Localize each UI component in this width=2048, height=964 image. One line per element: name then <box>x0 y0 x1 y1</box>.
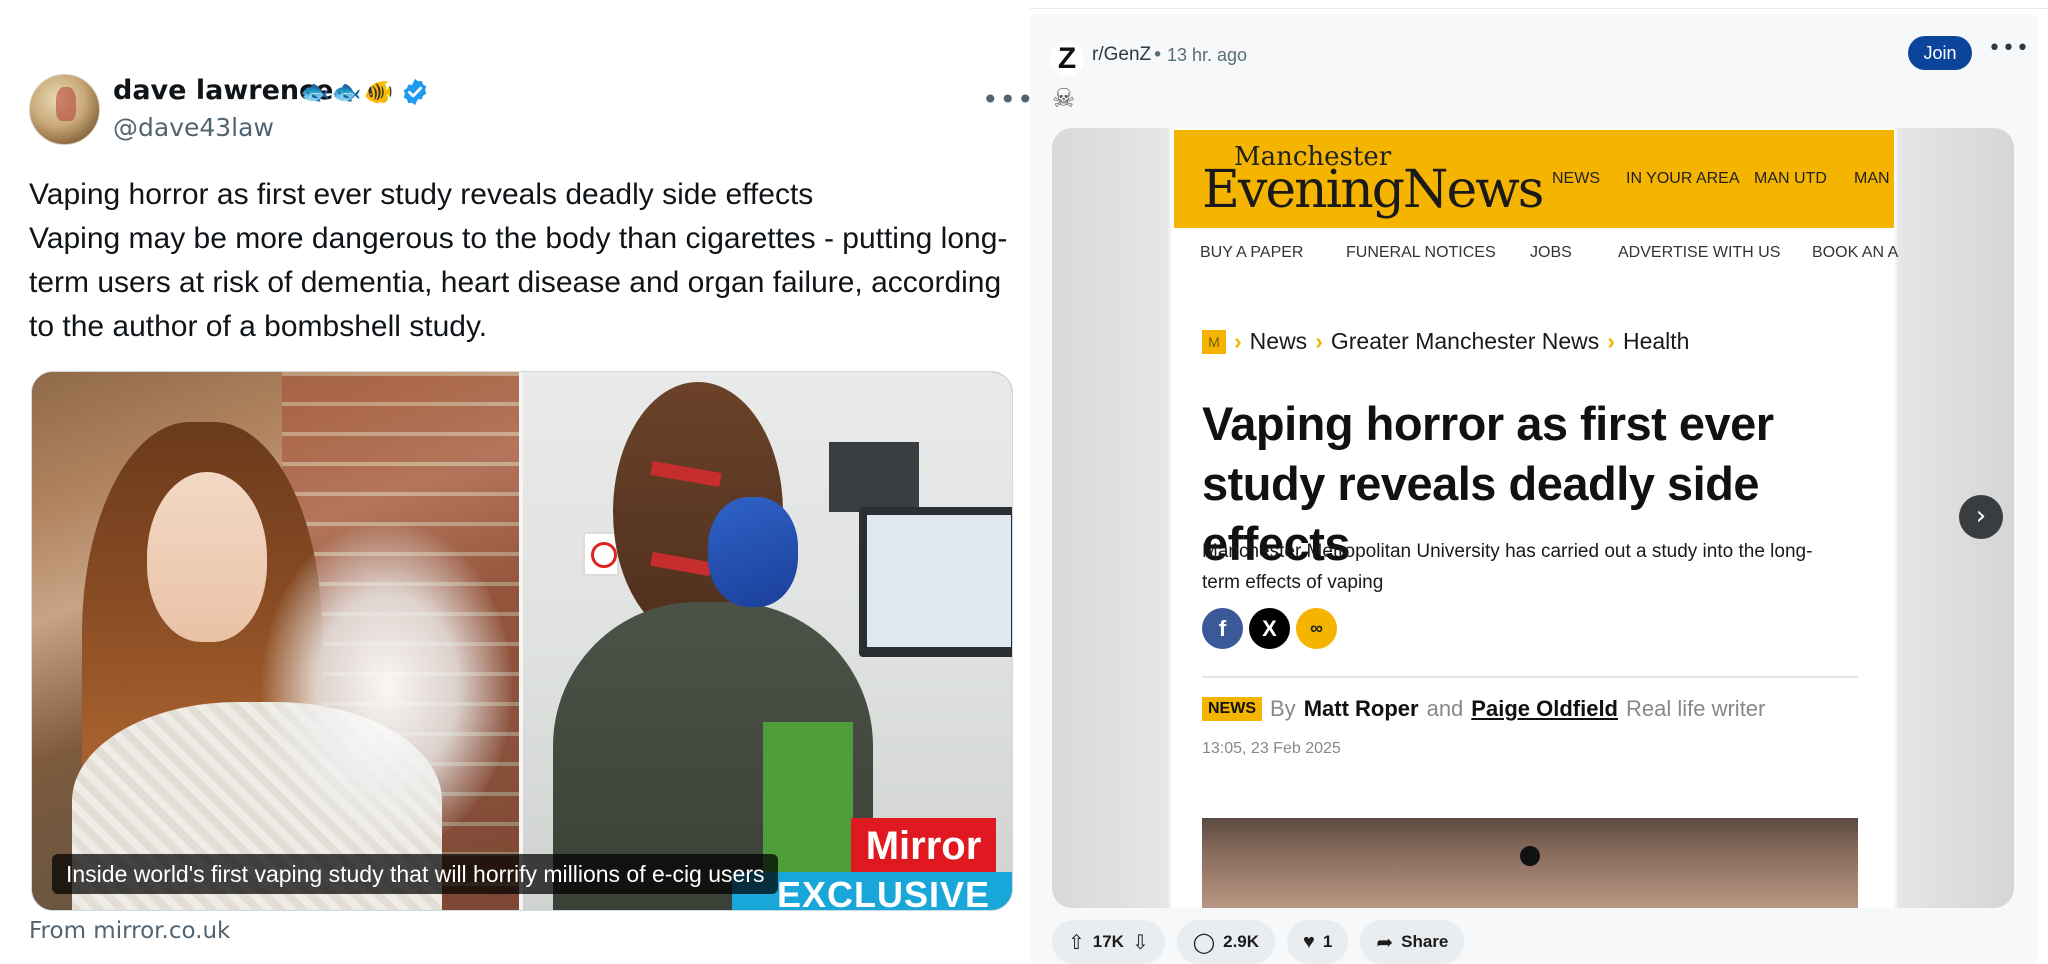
article-screenshot: Manchester EveningNews NEWS IN YOUR AREA… <box>1174 128 1898 908</box>
subnav-item: BUY A PAPER <box>1200 244 1304 261</box>
image-gallery[interactable]: Manchester EveningNews NEWS IN YOUR AREA… <box>1052 128 2014 908</box>
comment-icon: ◯ <box>1192 931 1216 954</box>
article-date: 13:05, 23 Feb 2025 <box>1202 740 1341 757</box>
media-caption: Inside world's first vaping study that w… <box>52 854 779 894</box>
chevron-right-icon: › <box>1315 328 1323 354</box>
subnav-item: ADVERTISE WITH US <box>1618 244 1781 261</box>
tropical-fish-emoji: 🐠 <box>363 78 394 106</box>
men-logo-icon: M <box>1202 329 1226 354</box>
fish-emoji: 🐟 <box>331 78 362 106</box>
more-options-icon[interactable]: ••• <box>1988 36 2030 61</box>
nav-item: MAN <box>1854 170 1890 187</box>
share-icon: ➦ <box>1376 931 1394 954</box>
more-options-icon[interactable]: ••• <box>982 83 1035 116</box>
fish-emoji: 🐟 <box>300 78 330 106</box>
avatar[interactable] <box>29 74 100 145</box>
tweet-text-line: Vaping may be more dangerous to the body… <box>29 222 1008 343</box>
share-icons: f X ∞ <box>1202 608 1337 649</box>
post-actions: ⇧ 17K ⇩ ◯ 2.9K ♥ 1 ➦ Share <box>1052 920 1465 964</box>
post-timestamp: 13 hr. ago <box>1167 45 1248 65</box>
subreddit-icon[interactable]: Z <box>1050 42 1084 76</box>
award-button[interactable]: ♥ 1 <box>1287 920 1349 964</box>
newspaper-header: Manchester EveningNews NEWS IN YOUR AREA… <box>1174 130 1894 228</box>
name-emojis: 🐟 🐟 🐠 <box>300 77 430 107</box>
join-button[interactable]: Join <box>1908 36 1972 70</box>
subnav-item: JOBS <box>1530 244 1572 261</box>
vote-bar: ⇧ 17K ⇩ <box>1052 920 1165 964</box>
link-icon: ∞ <box>1296 608 1337 649</box>
upvote-icon[interactable]: ⇧ <box>1068 930 1085 955</box>
skull-icon: ☠ <box>1052 84 1076 114</box>
byline-and: and <box>1426 696 1464 721</box>
breadcrumb-item: News <box>1249 328 1308 354</box>
mirror-logo: Mirror <box>851 818 996 874</box>
breadcrumb-item: Greater Manchester News <box>1330 328 1600 354</box>
heart-award-icon: ♥ <box>1303 930 1315 953</box>
post-card: Z r/GenZ • 13 hr. ago Join ••• ☠ Manches… <box>1030 14 2038 964</box>
article-standfirst: Manchester Metropolitan University has c… <box>1202 541 1813 593</box>
vote-count: 17K <box>1092 932 1124 951</box>
breadcrumb: M › News › Greater Manchester News › Hea… <box>1202 328 1689 355</box>
author-name: Paige Oldfield <box>1471 696 1618 721</box>
next-image-button[interactable]: › <box>1959 495 2003 539</box>
tweet-card: dave lawrence 🐟 🐟 🐠 @dave43law ••• Vapin… <box>0 53 1034 964</box>
nav-item: NEWS <box>1552 170 1600 187</box>
breadcrumb-item: Health <box>1622 328 1690 354</box>
tweet-text-line: Vaping horror as first ever study reveal… <box>29 178 814 211</box>
subnav-item: FUNERAL NOTICES <box>1346 244 1496 261</box>
byline-by: By <box>1270 696 1296 721</box>
share-label: Share <box>1401 932 1449 951</box>
no-smoking-sign-icon <box>583 532 619 576</box>
verified-badge-icon <box>403 78 426 106</box>
logo-evening-news: EveningNews <box>1202 160 1544 220</box>
subreddit-name[interactable]: r/GenZ <box>1092 44 1151 66</box>
article-photo <box>1202 818 1858 908</box>
tweet-text: Vaping horror as first ever study reveal… <box>29 173 1009 349</box>
nav-item: MAN UTD <box>1754 170 1827 187</box>
woman-vaping-photo <box>32 372 519 910</box>
byline: NEWS By Matt Roper and Paige Oldfield Re… <box>1202 696 1765 722</box>
breathing-mask <box>708 497 798 607</box>
share-button[interactable]: ➦ Share <box>1360 920 1465 964</box>
tweet-media-image[interactable]: Mirror EXCLUSIVE Inside world's first va… <box>31 371 1013 911</box>
reddit-post: Z r/GenZ • 13 hr. ago Join ••• ☠ Manches… <box>1030 0 2048 964</box>
news-tag: NEWS <box>1202 697 1262 721</box>
link-source[interactable]: From mirror.co.uk <box>29 918 230 944</box>
comment-count: 2.9K <box>1223 932 1260 951</box>
separator-dot: • <box>1152 44 1164 66</box>
nav-item: IN YOUR AREA <box>1626 170 1740 187</box>
award-count: 1 <box>1322 932 1333 951</box>
downvote-icon[interactable]: ⇩ <box>1132 930 1149 955</box>
comments-button[interactable]: ◯ 2.9K <box>1176 920 1276 964</box>
chevron-right-icon: › <box>1234 328 1242 354</box>
facebook-icon: f <box>1202 608 1243 649</box>
subnav-item: BOOK AN A <box>1812 244 1899 261</box>
author-name: Matt Roper <box>1303 696 1419 721</box>
author-role: Real life writer <box>1626 696 1766 721</box>
chevron-right-icon: › <box>1607 328 1615 354</box>
x-icon: X <box>1249 608 1290 649</box>
user-handle[interactable]: @dave43law <box>113 113 274 142</box>
